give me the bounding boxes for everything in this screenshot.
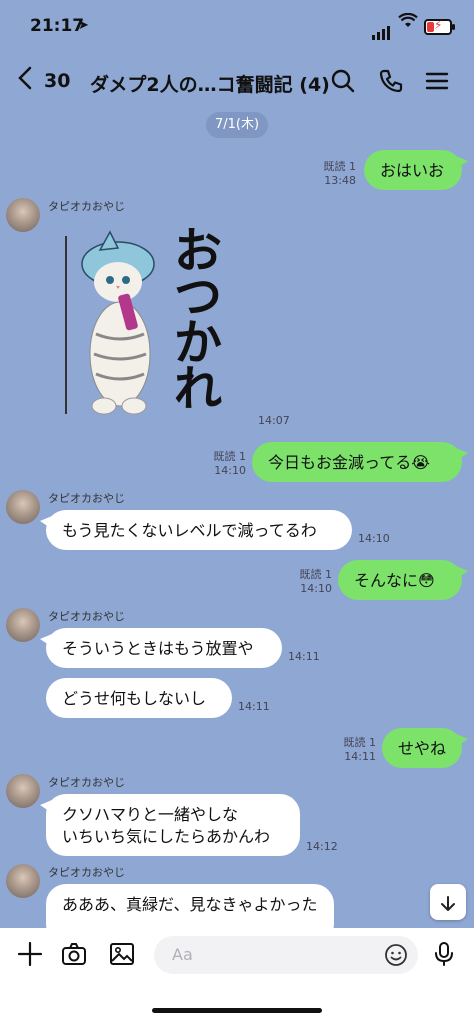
message-time: 14:10 bbox=[214, 464, 246, 477]
emoji-icon[interactable] bbox=[384, 943, 408, 967]
phone-icon[interactable] bbox=[378, 68, 404, 94]
sender-name: タピオカおやじ bbox=[48, 200, 125, 213]
chevron-left-icon[interactable] bbox=[16, 64, 34, 99]
read-receipt: 既読 1 bbox=[299, 568, 333, 581]
read-receipt: 既読 1 bbox=[343, 736, 377, 749]
message-time: 14:10 bbox=[358, 532, 390, 545]
message-line: いちいち気にしたらあかんわ bbox=[62, 827, 271, 846]
chat-header: 30 ダメプ2人の…コ奮闘記 (4) bbox=[0, 56, 474, 112]
camera-icon[interactable] bbox=[60, 940, 88, 968]
my-message-bubble[interactable]: せやね bbox=[382, 728, 468, 768]
sender-name: タピオカおやじ bbox=[48, 866, 125, 879]
my-message-bubble[interactable]: そんなに😳 bbox=[338, 560, 468, 600]
sticker[interactable]: おつかれ bbox=[60, 224, 260, 424]
mic-icon[interactable] bbox=[430, 940, 458, 968]
their-message-bubble[interactable]: もう見たくないレベルで減ってるわ bbox=[40, 510, 352, 550]
menu-icon[interactable] bbox=[424, 68, 450, 94]
avatar[interactable] bbox=[6, 864, 40, 898]
message-meta: 既読 1 14:10 bbox=[296, 568, 333, 596]
battery-icon: ⚡ bbox=[424, 18, 455, 35]
sender-name: タピオカおやじ bbox=[48, 492, 125, 505]
date-separator: 7/1(木) bbox=[206, 112, 268, 138]
scroll-to-bottom-button[interactable] bbox=[430, 884, 466, 920]
status-time: 21:17 bbox=[30, 16, 85, 36]
status-bar: 21:17 ➤ ⚡ bbox=[0, 0, 474, 56]
image-icon[interactable] bbox=[108, 940, 136, 968]
message-time: 13:48 bbox=[324, 174, 356, 187]
message-time: 14:10 bbox=[300, 582, 332, 595]
read-receipt: 既読 1 bbox=[323, 160, 357, 173]
avatar[interactable] bbox=[6, 198, 40, 232]
input-placeholder: Aa bbox=[172, 945, 193, 964]
their-message-bubble[interactable]: クソハマりと一緒やしな いちいち気にしたらあかんわ bbox=[40, 794, 300, 856]
signal-icon bbox=[372, 20, 392, 40]
sticker-text: おつかれ bbox=[174, 223, 223, 417]
message-time: 14:11 bbox=[344, 750, 376, 763]
location-arrow-icon: ➤ bbox=[78, 18, 89, 33]
my-message-bubble[interactable]: おはいお bbox=[364, 150, 468, 190]
message-meta: 既読 1 14:10 bbox=[210, 450, 247, 478]
message-line: クソハマりと一緒やしな bbox=[62, 805, 239, 824]
my-message-bubble[interactable]: 今日もお金減ってる😭 bbox=[252, 442, 468, 482]
sender-name: タピオカおやじ bbox=[48, 776, 125, 789]
avatar[interactable] bbox=[6, 774, 40, 808]
wifi-icon bbox=[398, 12, 418, 34]
message-input[interactable]: Aa bbox=[154, 936, 418, 974]
avatar[interactable] bbox=[6, 490, 40, 524]
their-message-bubble[interactable]: どうせ何もしないし bbox=[46, 678, 232, 718]
plus-icon[interactable] bbox=[16, 940, 44, 968]
message-time: 14:11 bbox=[288, 650, 320, 663]
sender-name: タピオカおやじ bbox=[48, 610, 125, 623]
home-indicator bbox=[152, 1008, 322, 1013]
message-meta: 既読 1 14:11 bbox=[340, 736, 377, 764]
search-icon[interactable] bbox=[330, 68, 356, 94]
message-time: 14:12 bbox=[306, 840, 338, 853]
arrow-down-icon bbox=[439, 890, 457, 914]
message-time: 14:11 bbox=[238, 700, 270, 713]
message-time: 14:07 bbox=[258, 414, 290, 427]
read-receipt: 既読 1 bbox=[213, 450, 247, 463]
avatar[interactable] bbox=[6, 608, 40, 642]
unread-count[interactable]: 30 bbox=[44, 70, 70, 92]
their-message-bubble[interactable]: そういうときはもう放置や bbox=[40, 628, 282, 668]
chat-title[interactable]: ダメプ2人の…コ奮闘記 (4) bbox=[90, 70, 330, 97]
message-meta: 既読 1 13:48 bbox=[320, 160, 357, 188]
